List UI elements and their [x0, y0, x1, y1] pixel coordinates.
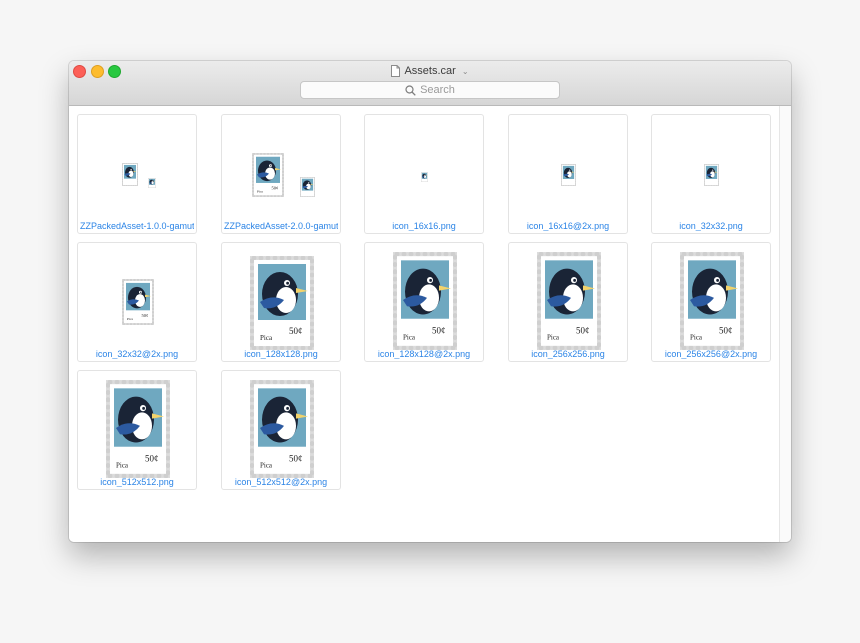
file-item[interactable]: icon_16x16.png	[364, 114, 484, 234]
file-thumbnail	[121, 162, 139, 187]
file-thumbnail: Pica 50¢	[536, 251, 602, 351]
penguin-stamp-icon: Pica 50¢	[392, 251, 458, 351]
file-name-label: icon_256x256@2x.png	[664, 349, 758, 359]
file-item[interactable]: Pica 50¢ icon_256x256.png	[508, 242, 628, 362]
stamp-name-text: Pica	[547, 333, 560, 341]
file-item[interactable]: icon_32x32.png	[651, 114, 771, 234]
magnifier-icon	[405, 84, 416, 96]
file-name-label: icon_16x16@2x.png	[526, 221, 610, 231]
stamp-name-text: Pica	[260, 461, 273, 469]
file-name-label: icon_16x16.png	[392, 221, 456, 231]
file-thumbnail: Pica 50¢	[105, 379, 171, 479]
file-name-label: icon_32x32@2x.png	[95, 349, 179, 359]
file-item[interactable]: Pica 50¢ icon_32x32@2x.png	[77, 242, 197, 362]
file-grid: ZZPackedAsset-1.0.0-gamut0 Pica 50¢ ZZPacke…	[69, 106, 779, 542]
window-title-area[interactable]: Assets.car ⌄	[69, 63, 791, 79]
penguin-stamp-icon: Pica 50¢	[121, 278, 155, 326]
stamp-name-text: Pica	[127, 317, 133, 321]
title-bar: Assets.car ⌄ Search	[69, 61, 791, 106]
file-item[interactable]: Pica 50¢ icon_128x128@2x.png	[364, 242, 484, 362]
file-name-label: icon_256x256.png	[531, 349, 605, 359]
file-item[interactable]: Pica 50¢ ZZPackedAsset-2.0.0-gamut0	[221, 114, 341, 234]
penguin-stamp-icon	[121, 162, 139, 187]
stamp-price-text: 50¢	[272, 186, 279, 191]
penguin-stamp-icon: Pica 50¢	[249, 379, 315, 479]
file-thumbnail	[299, 176, 316, 198]
stamp-price-text: 50¢	[432, 325, 446, 335]
file-thumbnail	[147, 175, 157, 189]
file-item[interactable]: Pica 50¢ icon_512x512@2x.png	[221, 370, 341, 490]
stamp-price-text: 50¢	[719, 325, 733, 335]
penguin-stamp-icon: Pica 50¢	[679, 251, 745, 351]
search-field[interactable]: Search	[300, 81, 560, 99]
file-thumbnail	[560, 163, 577, 187]
penguin-stamp-icon: Pica 50¢	[249, 255, 315, 351]
file-thumbnail: Pica 50¢	[249, 379, 315, 479]
penguin-stamp-icon	[147, 177, 157, 189]
stamp-price-text: 50¢	[289, 326, 303, 336]
stamp-name-text: Pica	[690, 333, 703, 341]
stamp-name-text: Pica	[257, 189, 264, 193]
file-thumbnail: Pica 50¢	[249, 255, 315, 351]
penguin-stamp-icon	[703, 163, 720, 187]
file-item[interactable]: Pica 50¢ icon_128x128.png	[221, 242, 341, 362]
stamp-price-text: 50¢	[142, 313, 149, 318]
penguin-stamp-icon: Pica 50¢	[536, 251, 602, 351]
file-thumbnail: Pica 50¢	[679, 251, 745, 351]
chevron-down-icon: ⌄	[461, 66, 469, 76]
stamp-price-text: 50¢	[289, 453, 303, 463]
file-thumbnail	[703, 163, 720, 187]
penguin-stamp-icon: Pica 50¢	[251, 152, 285, 198]
file-thumbnail	[420, 169, 429, 183]
file-item[interactable]: Pica 50¢ icon_512x512.png	[77, 370, 197, 490]
stamp-price-text: 50¢	[145, 453, 159, 463]
penguin-stamp-icon	[299, 176, 316, 198]
file-name-label: ZZPackedAsset-2.0.0-gamut0	[224, 221, 338, 231]
file-thumbnail: Pica 50¢	[121, 278, 155, 326]
file-name-label: icon_512x512@2x.png	[234, 477, 328, 487]
penguin-stamp-icon	[560, 163, 577, 187]
file-name-label: icon_128x128.png	[244, 349, 318, 359]
file-thumbnail: Pica 50¢	[251, 152, 285, 198]
file-item[interactable]: icon_16x16@2x.png	[508, 114, 628, 234]
document-icon	[391, 65, 401, 77]
penguin-stamp-icon	[420, 171, 429, 183]
file-name-label: icon_32x32.png	[679, 221, 743, 231]
stamp-price-text: 50¢	[576, 325, 590, 335]
stamp-name-text: Pica	[403, 333, 416, 341]
stamp-name-text: Pica	[116, 461, 129, 469]
file-name-label: ZZPackedAsset-1.0.0-gamut0	[80, 221, 194, 231]
vertical-scrollbar[interactable]	[779, 106, 791, 542]
file-item[interactable]: ZZPackedAsset-1.0.0-gamut0	[77, 114, 197, 234]
file-item[interactable]: Pica 50¢ icon_256x256@2x.png	[651, 242, 771, 362]
search-placeholder: Search	[420, 84, 455, 96]
penguin-stamp-icon: Pica 50¢	[105, 379, 171, 479]
file-name-label: icon_128x128@2x.png	[377, 349, 471, 359]
window-title: Assets.car	[404, 65, 456, 77]
stamp-name-text: Pica	[260, 334, 273, 342]
file-name-label: icon_512x512.png	[100, 477, 174, 487]
file-thumbnail: Pica 50¢	[392, 251, 458, 351]
finder-window: Assets.car ⌄ Search ZZPackedAsset-1.0.0-…	[69, 61, 791, 542]
